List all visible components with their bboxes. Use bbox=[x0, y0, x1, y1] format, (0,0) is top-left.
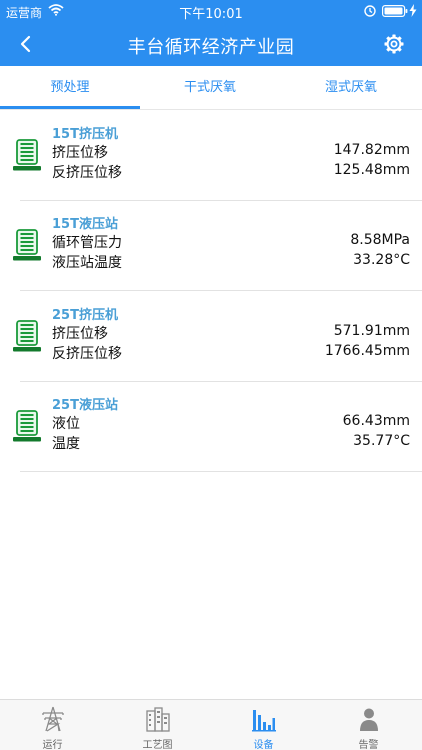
tab-pretreatment[interactable]: 预处理 bbox=[0, 66, 140, 110]
tab-dry-anaerobic[interactable]: 干式厌氧 bbox=[140, 66, 280, 110]
metric-label: 挤压位移 bbox=[52, 326, 108, 342]
tabbar-item-alarm[interactable]: 告警 bbox=[316, 700, 421, 750]
power-tower-icon bbox=[42, 706, 64, 732]
device-card[interactable]: 25T挤压机 挤压位移 571.91mm 反挤压位移 1766.45mm bbox=[0, 292, 422, 382]
building-icon bbox=[146, 707, 170, 732]
metric-label: 温度 bbox=[52, 436, 80, 452]
device-status-icon bbox=[13, 320, 41, 352]
metric-value: 8.58MPa bbox=[350, 232, 410, 248]
metric-value: 147.82mm bbox=[333, 142, 410, 158]
device-status-icon bbox=[13, 229, 41, 261]
tab-wet-anaerobic[interactable]: 湿式厌氧 bbox=[281, 66, 421, 110]
app-screen: 运营商 下午10:01 丰台循环经济产业园 预处理 干式厌氧 湿式厌氧 15T挤… bbox=[0, 0, 422, 750]
device-card[interactable]: 25T液压站 液位 66.43mm 温度 35.77°C bbox=[0, 382, 422, 472]
row-divider bbox=[20, 471, 422, 472]
tabbar-label: 运行 bbox=[42, 740, 63, 750]
metric-label: 反挤压位移 bbox=[52, 165, 122, 181]
bottom-tab-bar: 运行 工艺图 设备 告警 bbox=[0, 699, 422, 750]
tabbar-label: 告警 bbox=[358, 740, 379, 750]
gear-icon[interactable] bbox=[382, 32, 406, 56]
metric-value: 571.91mm bbox=[333, 323, 410, 339]
device-card[interactable]: 15T挤压机 挤压位移 147.82mm 反挤压位移 125.48mm bbox=[0, 111, 422, 201]
metric-value: 35.77°C bbox=[353, 433, 410, 449]
alarm-icon bbox=[364, 5, 376, 17]
segment-tabs: 预处理 干式厌氧 湿式厌氧 bbox=[0, 66, 422, 110]
status-time: 下午10:01 bbox=[179, 7, 243, 22]
person-icon bbox=[360, 708, 378, 731]
status-bar: 运营商 下午10:01 bbox=[0, 0, 422, 22]
metric-label: 反挤压位移 bbox=[52, 346, 122, 362]
tabbar-label: 工艺图 bbox=[142, 740, 173, 750]
page-title: 丰台循环经济产业园 bbox=[127, 37, 295, 58]
tabbar-label: 设备 bbox=[253, 740, 274, 750]
metric-value: 66.43mm bbox=[342, 413, 410, 429]
metric-label: 循环管压力 bbox=[52, 235, 122, 251]
metric-value: 33.28°C bbox=[353, 252, 410, 268]
bar-chart-icon bbox=[252, 710, 276, 732]
device-name: 25T挤压机 bbox=[52, 308, 118, 323]
device-status-icon bbox=[13, 139, 41, 171]
active-tab-indicator bbox=[0, 106, 140, 109]
metric-label: 液位 bbox=[52, 416, 80, 432]
device-status-icon bbox=[13, 410, 41, 442]
metric-value: 125.48mm bbox=[333, 162, 410, 178]
device-name: 25T液压站 bbox=[52, 398, 118, 413]
tabbar-item-process[interactable]: 工艺图 bbox=[105, 700, 210, 750]
tabbar-item-equipment[interactable]: 设备 bbox=[211, 700, 316, 750]
header: 运营商 下午10:01 丰台循环经济产业园 bbox=[0, 0, 422, 66]
metric-value: 1766.45mm bbox=[324, 343, 410, 359]
metric-label: 液压站温度 bbox=[52, 255, 122, 271]
device-card[interactable]: 15T液压站 循环管压力 8.58MPa 液压站温度 33.28°C bbox=[0, 201, 422, 291]
battery-icon bbox=[382, 5, 408, 17]
metric-label: 挤压位移 bbox=[52, 145, 108, 161]
row-divider bbox=[20, 290, 422, 291]
tabbar-item-run[interactable]: 运行 bbox=[0, 700, 105, 750]
device-name: 15T挤压机 bbox=[52, 127, 118, 142]
device-name: 15T液压站 bbox=[52, 217, 118, 232]
charging-icon bbox=[409, 4, 417, 17]
